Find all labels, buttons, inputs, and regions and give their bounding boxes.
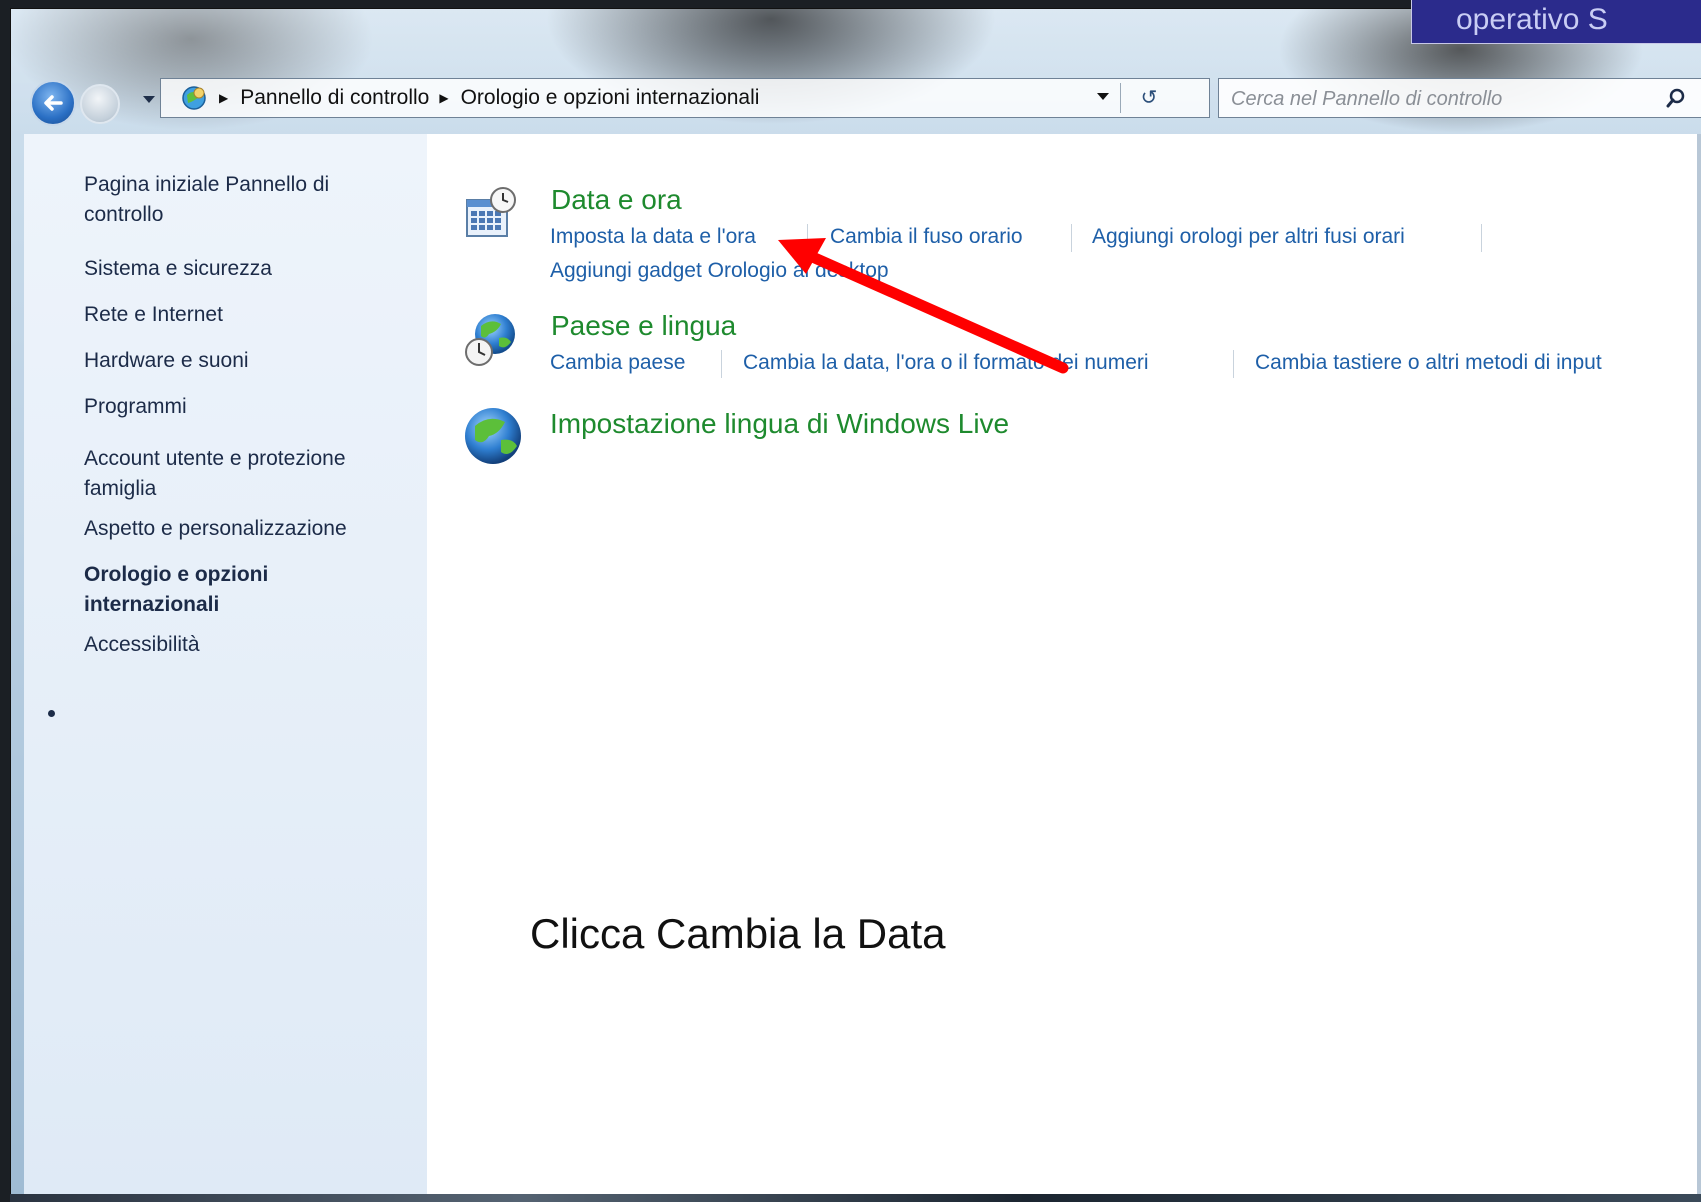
task-change-location[interactable]: Cambia paese [550, 351, 685, 375]
taskbar-strip [10, 1194, 1701, 1202]
sidebar-item-hardware-sound[interactable]: Hardware e suoni [84, 346, 249, 376]
task-add-clocks[interactable]: Aggiungi orologi per altri fusi orari [1092, 225, 1405, 249]
task-change-time-zone[interactable]: Cambia il fuso orario [830, 225, 1023, 249]
refresh-icon[interactable]: ↺ [1133, 83, 1165, 113]
sidebar-item-user-accounts[interactable]: Account utente e protezione famiglia [84, 444, 404, 504]
task-separator [807, 224, 808, 252]
sidebar-item-clock-region[interactable]: Orologio e opzioni internazionali [84, 560, 334, 620]
sidebar-item-programs[interactable]: Programmi [84, 392, 187, 422]
search-icon[interactable] [1665, 87, 1687, 109]
slide-title-overlay: operativo S [1411, 0, 1701, 44]
back-button[interactable] [30, 80, 76, 126]
address-dropdown-icon[interactable] [1097, 93, 1109, 100]
category-windows-live-language-title[interactable]: Impostazione lingua di Windows Live [550, 408, 1009, 440]
sidebar-item-network-internet[interactable]: Rete e Internet [84, 300, 223, 330]
globe-clock-icon [465, 314, 515, 366]
task-set-date-time[interactable]: Imposta la data e l'ora [550, 225, 756, 249]
globe-icon [465, 408, 521, 464]
search-input[interactable] [1229, 84, 1633, 114]
main-pane: Data e ora Imposta la data e l'ora Cambi… [427, 134, 1701, 1194]
search-box[interactable] [1218, 78, 1701, 118]
category-region-language-title[interactable]: Paese e lingua [551, 310, 736, 342]
task-change-keyboards[interactable]: Cambia tastiere o altri metodi di input [1255, 351, 1602, 375]
control-panel-icon [179, 83, 209, 113]
sidebar-item-appearance[interactable]: Aspetto e personalizzazione [84, 514, 347, 544]
address-separator [1120, 83, 1121, 113]
breadcrumb-clock-region[interactable]: Orologio e opzioni internazionali [461, 86, 760, 110]
back-arrow-icon [44, 95, 63, 111]
task-separator [721, 350, 722, 378]
window-right-edge [1697, 134, 1701, 1194]
task-separator [1481, 224, 1482, 252]
breadcrumb-arrow-icon[interactable]: ▶ [219, 91, 228, 105]
sidebar-item-accessibility[interactable]: Accessibilità [84, 630, 200, 660]
recent-pages-dropdown[interactable] [143, 96, 155, 103]
current-item-bullet [48, 710, 55, 717]
sidebar-item-system-security[interactable]: Sistema e sicurezza [84, 254, 272, 284]
breadcrumb-control-panel[interactable]: Pannello di controllo [240, 86, 429, 110]
calendar-clock-icon [466, 187, 516, 237]
forward-button[interactable] [80, 84, 120, 124]
sidebar-item-control-panel-home[interactable]: Pagina iniziale Pannello di controllo [84, 170, 384, 230]
task-separator [1071, 224, 1072, 252]
task-change-formats[interactable]: Cambia la data, l'ora o il formato dei n… [743, 351, 1149, 375]
sidebar: Pagina iniziale Pannello di controllo Si… [24, 134, 427, 1194]
category-date-time-title[interactable]: Data e ora [551, 184, 682, 216]
breadcrumb-arrow-icon[interactable]: ▶ [439, 91, 448, 105]
instruction-caption: Clicca Cambia la Data [530, 910, 946, 957]
task-separator [1233, 350, 1234, 378]
task-add-clock-gadget[interactable]: Aggiungi gadget Orologio al desktop [550, 259, 889, 283]
address-bar[interactable]: ▶ Pannello di controllo ▶ Orologio e opz… [160, 78, 1210, 118]
